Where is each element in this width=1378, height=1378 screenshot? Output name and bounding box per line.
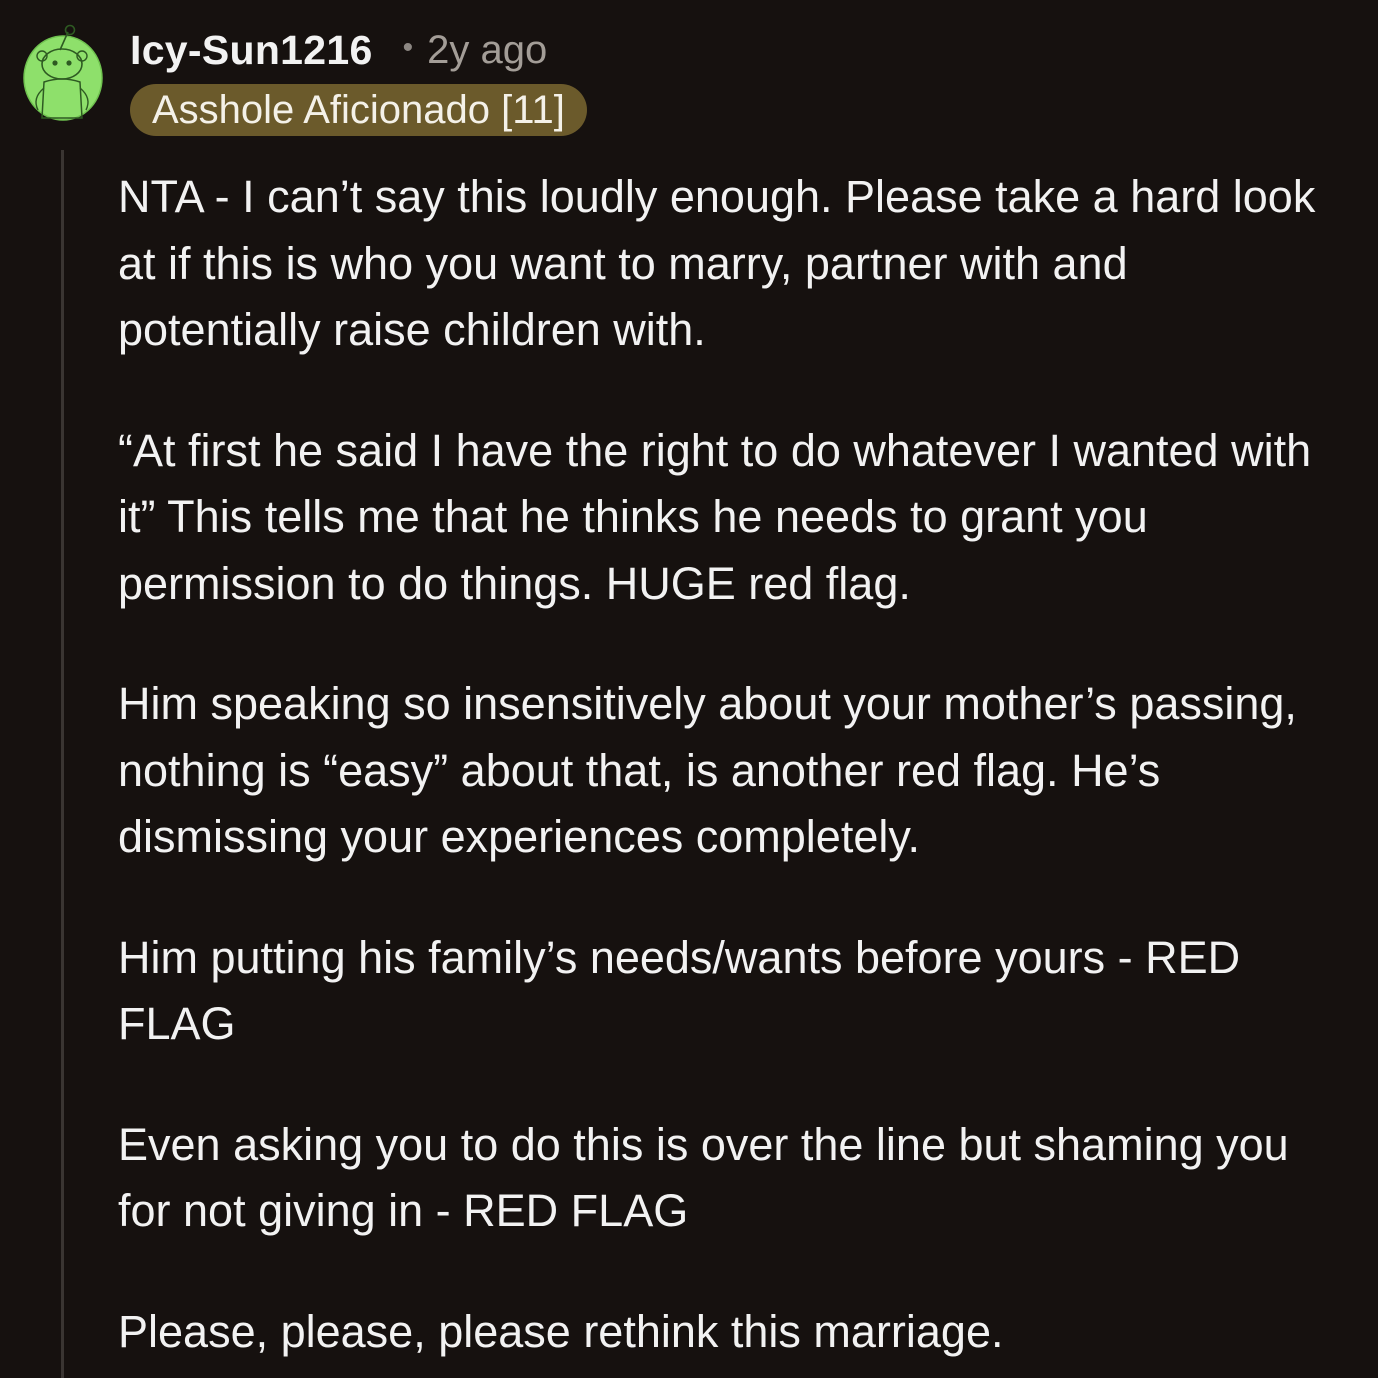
comment: Icy-Sun1216 • 2y ago Asshole Aficionado … [0,0,1378,1378]
comment-paragraph: Him putting his family’s needs/wants bef… [118,931,1241,1050]
comment-paragraph: NTA - I can’t say this loudly enough. Pl… [118,171,1316,355]
separator-dot: • [402,31,414,64]
comment-paragraph: Him speaking so insensitively about your… [118,678,1297,862]
comment-paragraph: Even asking you to do this is over the l… [118,1118,1289,1237]
comment-timestamp[interactable]: 2y ago [427,28,547,73]
comment-paragraph: Please, please, please rethink this marr… [118,1305,1004,1357]
user-avatar[interactable] [22,18,104,122]
snoo-avatar-icon [23,24,103,121]
user-flair-badge: Asshole Aficionado [11] [130,84,587,136]
thread-collapse-line[interactable] [61,150,64,1378]
author-username[interactable]: Icy-Sun1216 [130,27,373,74]
comment-paragraph: “At first he said I have the right to do… [118,424,1312,609]
comment-header: Icy-Sun1216 • 2y ago [130,22,547,78]
comment-body: NTA - I can’t say this loudly enough. Pl… [118,164,1338,1365]
